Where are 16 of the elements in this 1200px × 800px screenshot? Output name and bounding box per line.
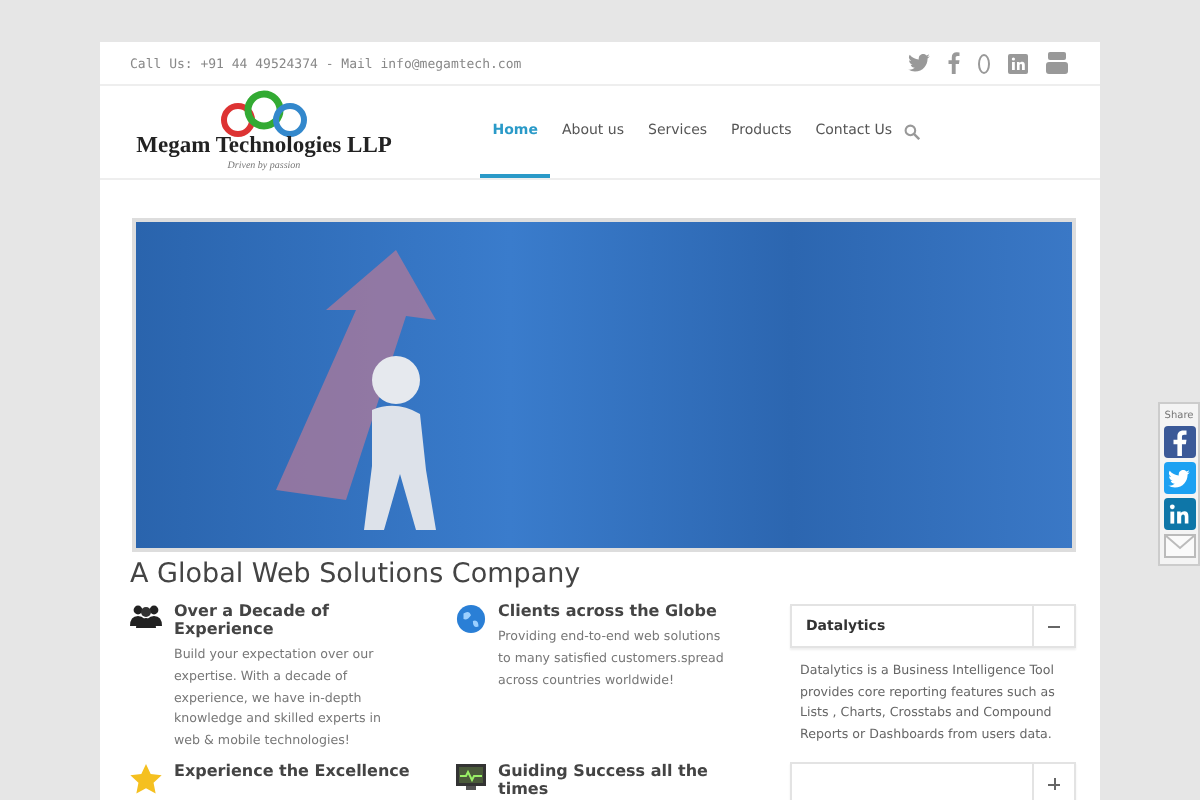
twitter-icon[interactable] [908, 54, 930, 72]
linkedin-share-icon[interactable] [1163, 498, 1195, 530]
globe-icon [456, 604, 486, 634]
people-icon [130, 604, 162, 628]
twitter-share-icon[interactable] [1163, 462, 1195, 494]
linkedin-icon[interactable] [1008, 53, 1028, 73]
star-icon [130, 763, 162, 794]
facebook-icon[interactable] [948, 52, 960, 74]
facebook-share-icon[interactable] [1163, 426, 1195, 458]
monitor-icon [456, 763, 486, 790]
search-icon[interactable] [904, 124, 920, 140]
feature-title: Over a Decade of Experience [174, 602, 331, 638]
feature-title: Guiding Success all the times [498, 761, 710, 798]
section-heading: A Global Web Solutions Company [130, 558, 583, 590]
feature-title: Clients across the Globe [498, 602, 719, 620]
feature-title: Experience the Excellence [174, 761, 412, 780]
